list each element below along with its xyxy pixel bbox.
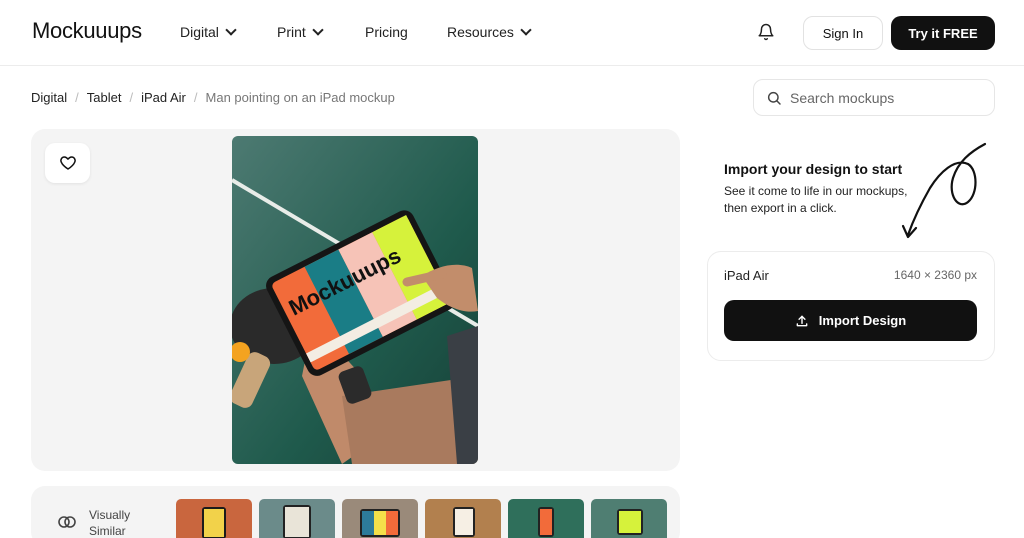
device-name: iPad Air xyxy=(724,268,769,283)
search-icon xyxy=(767,91,781,105)
nav-digital-label: Digital xyxy=(180,24,219,40)
upload-icon xyxy=(796,315,808,326)
similar-thumbnail[interactable] xyxy=(342,499,418,538)
search-box[interactable] xyxy=(753,79,995,116)
import-design-label: Import Design xyxy=(818,313,907,328)
overlap-circles-icon xyxy=(58,516,76,528)
nav-digital[interactable]: Digital xyxy=(180,24,237,40)
nav-resources-label: Resources xyxy=(447,24,514,40)
similar-thumbnail[interactable] xyxy=(425,499,501,538)
import-description: See it come to life in our mockups, then… xyxy=(724,184,908,215)
import-design-button[interactable]: Import Design xyxy=(724,300,977,341)
chevron-down-icon xyxy=(225,24,237,36)
similar-thumbnail[interactable] xyxy=(259,499,335,538)
breadcrumb-digital[interactable]: Digital xyxy=(31,90,67,105)
nav-resources[interactable]: Resources xyxy=(447,24,532,40)
heart-icon xyxy=(59,156,76,170)
bell-icon[interactable] xyxy=(757,23,775,41)
device-size: 1640 × 2360 px xyxy=(893,268,977,282)
favorite-button[interactable] xyxy=(45,143,90,183)
breadcrumb: Digital / Tablet / iPad Air / Man pointi… xyxy=(31,90,395,105)
nav-print-label: Print xyxy=(277,24,306,40)
nav-pricing-label: Pricing xyxy=(365,24,408,40)
chevron-down-icon xyxy=(312,24,324,36)
curly-arrow-icon xyxy=(901,142,987,239)
nav-pricing[interactable]: Pricing xyxy=(365,24,408,40)
similar-thumbnail[interactable] xyxy=(591,499,667,538)
logo[interactable]: Mockuuups xyxy=(32,18,142,44)
search-input[interactable] xyxy=(790,89,980,106)
similar-thumbnail[interactable] xyxy=(176,499,252,538)
top-header: Mockuuups Digital Print Pricing Resource… xyxy=(0,0,1024,66)
breadcrumb-ipad-air[interactable]: iPad Air xyxy=(141,90,186,105)
breadcrumb-tablet[interactable]: Tablet xyxy=(87,90,122,105)
breadcrumb-current: Man pointing on an iPad mockup xyxy=(205,90,395,105)
breadcrumb-separator: / xyxy=(75,90,79,105)
import-title: Import your design to start xyxy=(724,161,903,177)
sign-in-button[interactable]: Sign In xyxy=(803,16,883,50)
breadcrumb-separator: / xyxy=(129,90,134,105)
nav-print[interactable]: Print xyxy=(277,24,324,40)
mockup-image: Mockuuups xyxy=(232,136,478,464)
chevron-down-icon xyxy=(520,24,532,36)
try-free-button[interactable]: Try it FREE xyxy=(891,16,995,50)
breadcrumb-separator: / xyxy=(193,90,198,105)
similar-thumbnail[interactable] xyxy=(508,499,584,538)
visually-similar-label: Visually Similar xyxy=(89,508,131,538)
